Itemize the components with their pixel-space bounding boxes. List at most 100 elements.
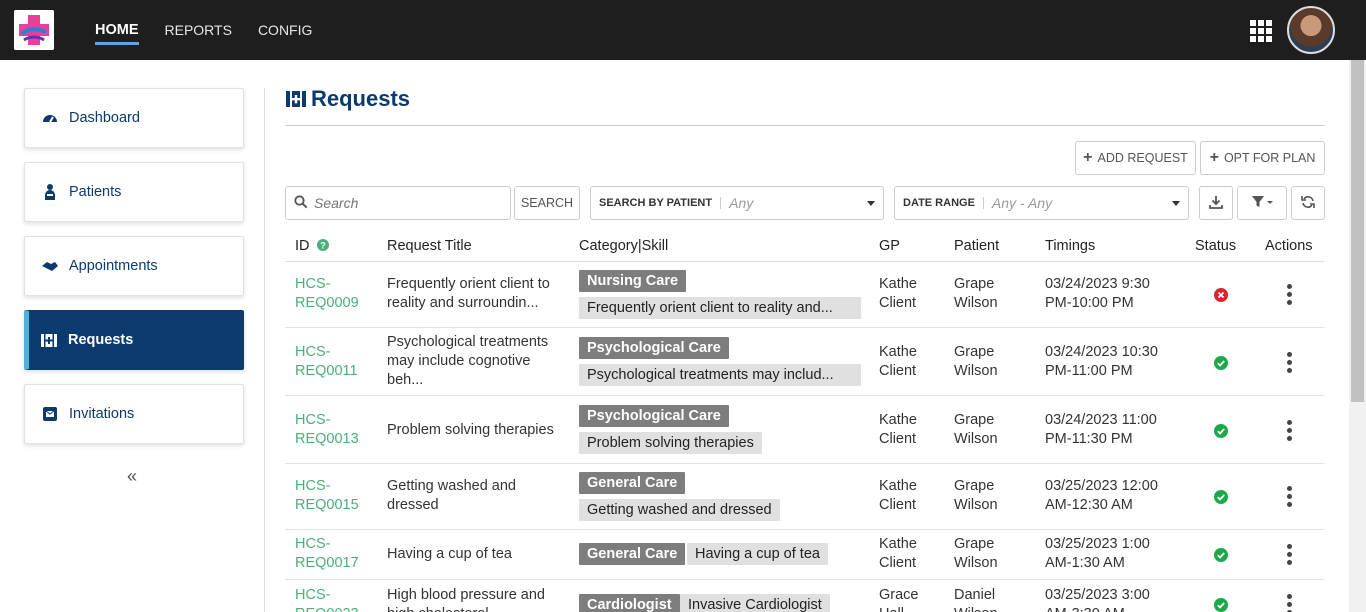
gp-name: Kathe Client <box>879 412 917 447</box>
table-row: HCS-REQ0009 Frequently orient client to … <box>285 262 1324 328</box>
patient-name: Daniel Wilson <box>954 587 998 612</box>
approved-status-icon <box>1214 424 1228 438</box>
col-title[interactable]: Request Title <box>387 238 472 254</box>
search-button[interactable]: SEARCH <box>514 186 580 220</box>
medkit-icon <box>285 88 307 110</box>
approved-status-icon <box>1214 490 1228 504</box>
approved-status-icon <box>1214 548 1228 562</box>
nav-reports[interactable]: REPORTS <box>165 0 232 60</box>
request-id-link[interactable]: HCS-REQ0009 <box>295 275 375 313</box>
cancelled-status-icon <box>1214 288 1228 302</box>
app-logo[interactable] <box>14 10 54 50</box>
filter-dropdown-button[interactable] <box>1237 186 1287 220</box>
divider <box>264 88 265 612</box>
row-actions-menu-icon[interactable] <box>1287 284 1293 308</box>
chevron-down-icon <box>1172 201 1180 206</box>
skill-tag: Frequently orient client to reality and.… <box>579 297 861 319</box>
patient-name: Grape Wilson <box>954 276 998 311</box>
col-category[interactable]: Category|Skill <box>579 238 668 254</box>
request-title: Frequently orient client to reality and … <box>387 276 550 311</box>
help-icon[interactable]: ? <box>316 239 329 255</box>
page-scrollbar[interactable] <box>1349 60 1366 612</box>
row-actions-menu-icon[interactable] <box>1287 594 1293 612</box>
search-field[interactable] <box>285 186 511 220</box>
approved-status-icon <box>1214 356 1228 370</box>
patient-name: Grape Wilson <box>954 344 998 379</box>
category-tag: Nursing Care <box>579 270 687 292</box>
patient-name: Grape Wilson <box>954 412 998 447</box>
apps-grid-icon[interactable] <box>1250 20 1272 42</box>
download-icon <box>1209 195 1223 212</box>
patient-filter-label: SEARCH BY PATIENT <box>599 197 722 209</box>
collapse-sidebar-button[interactable]: « <box>127 466 137 487</box>
svg-text:?: ? <box>320 241 326 251</box>
approved-status-icon <box>1214 598 1228 612</box>
category-tag: General Care <box>579 472 686 494</box>
medkit-icon <box>40 331 58 349</box>
skill-tag: Getting washed and dressed <box>579 499 780 521</box>
search-input[interactable] <box>314 195 494 211</box>
sidebar-item-label: Requests <box>68 332 134 348</box>
timings: 03/25/2023 3:00 AM-3:30 AM <box>1045 587 1150 612</box>
main-nav: HOME REPORTS CONFIG <box>95 0 338 60</box>
table-header: ID ? Request Title Category|Skill GP Pat… <box>285 230 1324 262</box>
gp-name: Kathe Client <box>879 276 917 311</box>
add-request-button[interactable]: + ADD REQUEST <box>1075 141 1196 175</box>
request-id-link[interactable]: HCS-REQ0017 <box>295 535 375 573</box>
row-actions-menu-icon[interactable] <box>1287 486 1293 510</box>
download-button[interactable] <box>1199 186 1233 220</box>
row-actions-menu-icon[interactable] <box>1287 352 1293 376</box>
sidebar-item-dashboard[interactable]: Dashboard <box>24 88 244 148</box>
request-id-link[interactable]: HCS-REQ0011 <box>295 343 375 381</box>
category-tag: General Care <box>579 543 686 565</box>
request-title: Having a cup of tea <box>387 546 512 562</box>
request-id-link[interactable]: HCS-REQ0013 <box>295 411 375 449</box>
refresh-button[interactable] <box>1291 186 1325 220</box>
date-range-select[interactable]: DATE RANGE Any - Any <box>894 186 1189 220</box>
nav-config[interactable]: CONFIG <box>258 0 312 60</box>
timings: 03/25/2023 1:00 AM-1:30 AM <box>1045 536 1150 571</box>
sidebar-item-label: Appointments <box>69 258 158 274</box>
timings: 03/24/2023 9:30 PM-10:00 PM <box>1045 276 1150 311</box>
gp-name: Kathe Client <box>879 344 917 379</box>
request-id-link[interactable]: HCS-REQ0023 <box>295 586 375 612</box>
patient-name: Grape Wilson <box>954 536 998 571</box>
col-timings[interactable]: Timings <box>1045 238 1095 254</box>
handshake-icon <box>41 257 59 275</box>
page-title: Requests <box>285 86 410 112</box>
user-avatar[interactable] <box>1287 6 1335 54</box>
row-actions-menu-icon[interactable] <box>1287 544 1293 568</box>
row-actions-menu-icon[interactable] <box>1287 420 1293 444</box>
nav-home[interactable]: HOME <box>95 0 139 60</box>
mail-bulk-icon <box>41 405 59 423</box>
request-title: Psychological treatments may include cog… <box>387 334 549 388</box>
col-id[interactable]: ID ? <box>295 238 329 255</box>
sidebar-item-requests[interactable]: Requests <box>24 310 244 370</box>
patient-name: Grape Wilson <box>954 478 998 513</box>
col-patient[interactable]: Patient <box>954 238 999 254</box>
opt-for-plan-button[interactable]: + OPT FOR PLAN <box>1200 141 1325 175</box>
col-status[interactable]: Status <box>1195 238 1236 254</box>
skill-tag: Having a cup of tea <box>687 543 828 565</box>
request-id-link[interactable]: HCS-REQ0015 <box>295 477 375 515</box>
sidebar-item-invitations[interactable]: Invitations <box>24 384 244 444</box>
patient-filter-select[interactable]: SEARCH BY PATIENT Any <box>590 186 884 220</box>
timings: 03/24/2023 10:30 PM-11:00 PM <box>1045 344 1158 379</box>
sidebar-item-appointments[interactable]: Appointments <box>24 236 244 296</box>
gp-name: Kathe Client <box>879 478 917 513</box>
request-title: High blood pressure and high cholesterol <box>387 587 545 612</box>
table-row: HCS-REQ0013 Problem solving therapies Ps… <box>285 396 1324 464</box>
skill-tag: Invasive Cardiologist <box>680 594 830 612</box>
table-row: HCS-REQ0015 Getting washed and dressed G… <box>285 464 1324 530</box>
filter-icon <box>1251 195 1273 212</box>
search-icon <box>294 194 308 212</box>
skill-tag: Problem solving therapies <box>579 432 762 454</box>
top-navbar: HOME REPORTS CONFIG <box>0 0 1366 60</box>
table-row: HCS-REQ0017 Having a cup of tea General … <box>285 530 1324 580</box>
timings: 03/25/2023 12:00 AM-12:30 AM <box>1045 478 1158 513</box>
scrollbar-thumb[interactable] <box>1351 60 1364 402</box>
sidebar-item-patients[interactable]: Patients <box>24 162 244 222</box>
category-tag: Cardiologist <box>579 594 680 612</box>
plus-icon: + <box>1209 149 1219 166</box>
col-gp[interactable]: GP <box>879 238 900 254</box>
